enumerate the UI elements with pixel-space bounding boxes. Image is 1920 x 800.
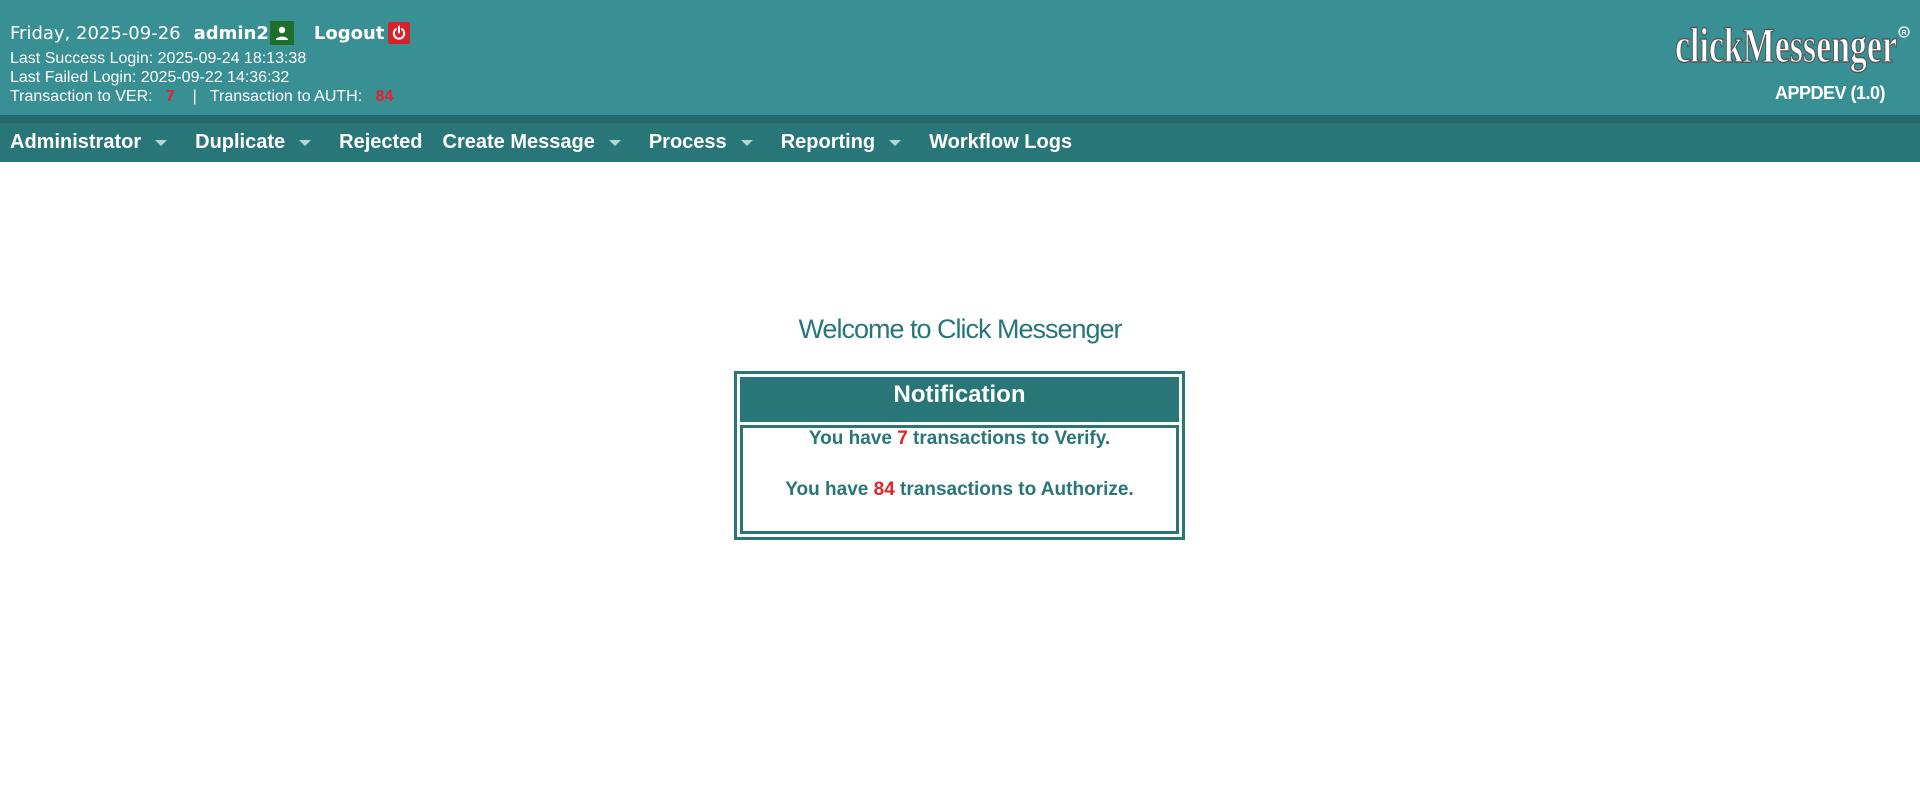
menu-rejected[interactable]: Rejected (329, 123, 432, 162)
main-menu: Administrator Duplicate Rejected Create … (0, 115, 1920, 162)
authorize-count: 84 (873, 479, 895, 500)
click-messenger-logo: clickMessenger R (1675, 18, 1910, 74)
auth-count[interactable]: 84 (376, 88, 394, 105)
menu-administrator[interactable]: Administrator (0, 123, 185, 162)
authorize-prefix: You have (785, 479, 869, 500)
menu-workflow-logs-label: Workflow Logs (929, 131, 1073, 153)
verify-suffix: transactions to Verify. (913, 428, 1111, 449)
last-failed-login: Last Failed Login: 2025-09-22 14:36:32 (10, 69, 290, 86)
power-icon[interactable] (388, 22, 411, 44)
transaction-counts: Transaction to VER: 7 | Transaction to A… (10, 88, 393, 106)
auth-label: Transaction to AUTH: (209, 88, 363, 105)
menu-process[interactable]: Process (639, 123, 771, 162)
menu-reporting-label: Reporting (780, 131, 876, 153)
authorize-notice[interactable]: You have 84 transactions to Authorize. (743, 479, 1176, 501)
notification-title: Notification (740, 377, 1179, 425)
verify-count: 7 (897, 428, 908, 449)
svg-text:R: R (1901, 30, 1906, 37)
caret-down-icon (740, 139, 753, 146)
caret-down-icon (299, 139, 312, 146)
caret-down-icon (889, 139, 902, 146)
ver-label: Transaction to VER: (10, 88, 153, 105)
top-header: Friday, 2025-09-26 admin2 Logout Last Su… (0, 0, 1920, 115)
logout-link[interactable]: Logout (314, 23, 385, 44)
logo-text: clickMessenger (1675, 18, 1897, 73)
user-icon[interactable] (269, 21, 294, 45)
environment-label: APPDEV (1.0) (1774, 83, 1886, 103)
notification-body: You have 7 transactions to Verify. You h… (740, 425, 1179, 534)
authorize-suffix: transactions to Authorize. (900, 479, 1134, 500)
separator: | (192, 88, 197, 105)
verify-notice[interactable]: You have 7 transactions to Verify. (743, 428, 1176, 450)
caret-down-icon (608, 139, 621, 146)
last-success-login: Last Success Login: 2025-09-24 18:13:38 (10, 50, 307, 67)
caret-down-icon (155, 139, 168, 146)
notification-panel: Notification You have 7 transactions to … (734, 371, 1185, 540)
current-date: Friday, 2025-09-26 (10, 22, 181, 44)
menu-rejected-label: Rejected (339, 131, 423, 153)
menu-workflow-logs[interactable]: Workflow Logs (919, 123, 1082, 162)
welcome-heading: Welcome to Click Messenger (798, 314, 1122, 344)
menu-duplicate[interactable]: Duplicate (185, 123, 329, 162)
ver-count[interactable]: 7 (166, 88, 175, 105)
verify-prefix: You have (808, 428, 892, 449)
username: admin2 (193, 22, 269, 44)
menu-reporting[interactable]: Reporting (771, 123, 919, 162)
menu-create-message-label: Create Message (442, 131, 595, 153)
menu-administrator-label: Administrator (10, 131, 142, 153)
menu-duplicate-label: Duplicate (195, 131, 286, 153)
header-user-line: Friday, 2025-09-26 admin2 Logout (10, 19, 411, 47)
menu-create-message[interactable]: Create Message (433, 123, 639, 162)
menu-process-label: Process (648, 131, 727, 153)
